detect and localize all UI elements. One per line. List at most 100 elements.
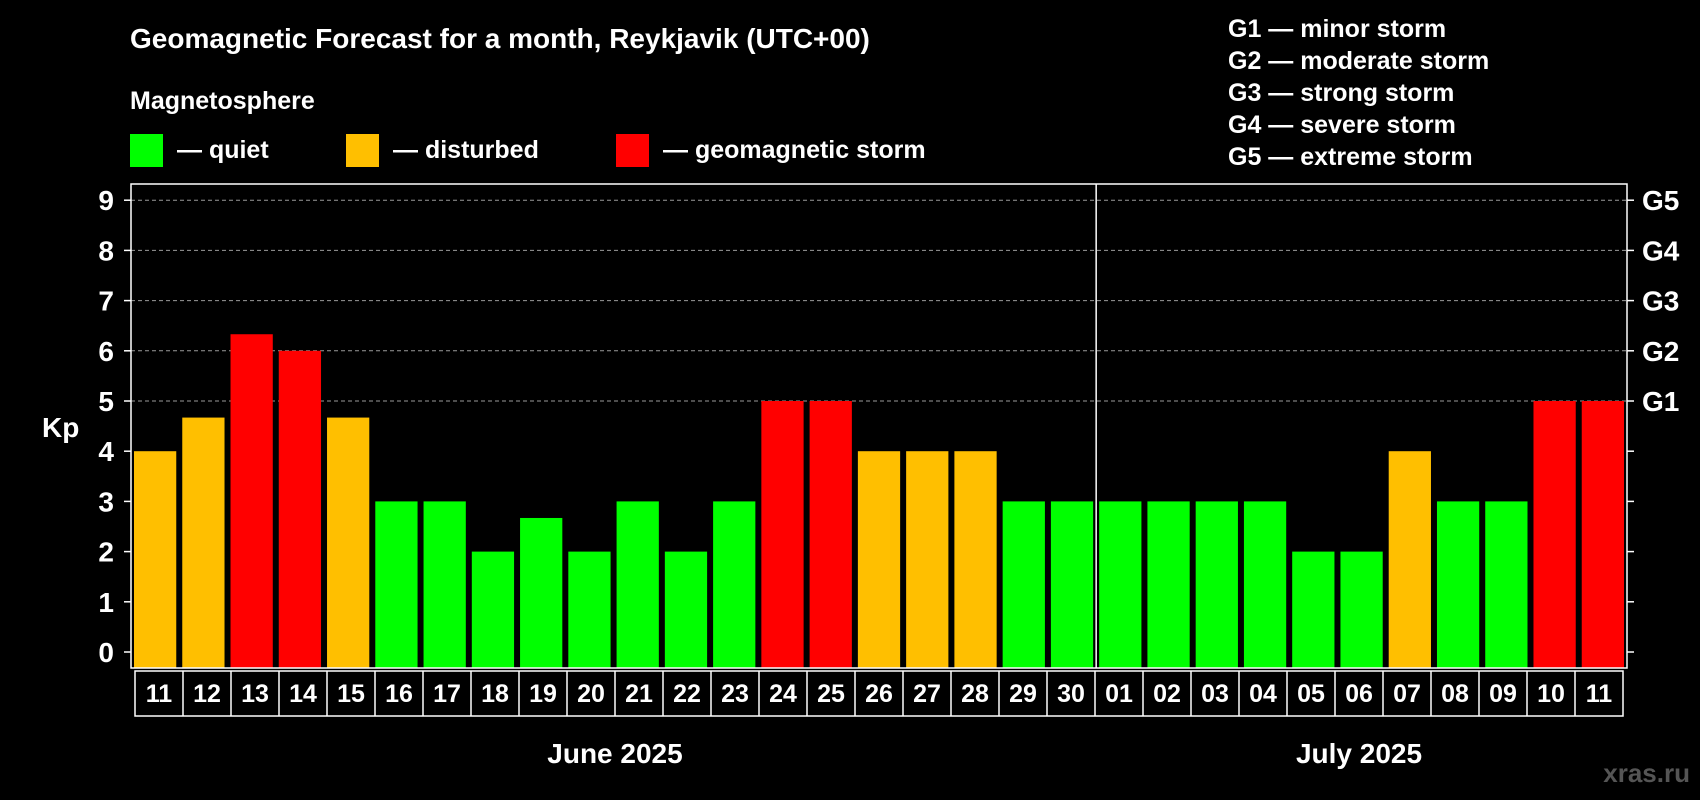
day-label: 10 bbox=[1537, 680, 1565, 708]
bar-28 bbox=[954, 451, 997, 668]
bar-03 bbox=[1195, 501, 1238, 668]
y-axis-label: Kp bbox=[42, 412, 79, 443]
y-tick-label: 8 bbox=[98, 235, 114, 266]
day-label: 08 bbox=[1441, 680, 1469, 708]
legend-label: — geomagnetic storm bbox=[663, 136, 926, 164]
y-tick-label: 0 bbox=[98, 637, 114, 668]
bar-13 bbox=[230, 334, 273, 668]
bar-15 bbox=[327, 417, 370, 668]
day-label: 01 bbox=[1105, 680, 1133, 708]
y-axis: 0 1 2 3 4 5 6 7 8 9 bbox=[98, 185, 131, 668]
bar-23 bbox=[713, 501, 756, 668]
storm-scale-entry: G5 — extreme storm bbox=[1228, 143, 1473, 171]
day-label: 29 bbox=[1009, 680, 1037, 708]
legend-label: — disturbed bbox=[393, 136, 539, 164]
bar-11 bbox=[134, 451, 177, 668]
day-label: 15 bbox=[337, 680, 365, 708]
day-label: 28 bbox=[961, 680, 989, 708]
bar-08 bbox=[1436, 501, 1480, 668]
day-label: 17 bbox=[433, 680, 461, 708]
bar-17 bbox=[423, 501, 466, 668]
bar-24 bbox=[761, 401, 804, 668]
storm-level-label: G3 bbox=[1642, 286, 1679, 317]
y-tick-label: 3 bbox=[98, 486, 114, 517]
storm-level-label: G4 bbox=[1642, 235, 1680, 266]
day-label: 24 bbox=[769, 680, 797, 708]
day-label: 19 bbox=[529, 680, 557, 708]
day-label: 04 bbox=[1249, 680, 1277, 708]
bar-01 bbox=[1099, 501, 1142, 668]
storm-scale-entry: G2 — moderate storm bbox=[1228, 47, 1489, 75]
watermark: xras.ru bbox=[1603, 758, 1690, 788]
day-label: 26 bbox=[865, 680, 893, 708]
day-label: 27 bbox=[913, 680, 941, 708]
legend-label: — quiet bbox=[177, 136, 269, 164]
bar-11 bbox=[1581, 401, 1624, 668]
day-label: 20 bbox=[577, 680, 605, 708]
storm-level-label: G2 bbox=[1642, 336, 1679, 367]
legend: — quiet — disturbed — geomagnetic storm bbox=[130, 134, 926, 167]
day-label: 21 bbox=[625, 680, 653, 708]
bar-21 bbox=[616, 501, 659, 668]
day-label: 11 bbox=[1586, 680, 1613, 708]
bar-14 bbox=[278, 350, 322, 668]
day-label: 13 bbox=[241, 680, 269, 708]
storm-level-label: G5 bbox=[1642, 185, 1679, 216]
y-tick-label: 9 bbox=[98, 185, 114, 216]
legend-title: Magnetosphere bbox=[130, 87, 315, 115]
legend-swatch bbox=[346, 134, 379, 167]
grid-lines bbox=[131, 199, 1627, 402]
day-label: 06 bbox=[1345, 680, 1373, 708]
bar-02 bbox=[1147, 501, 1190, 668]
day-label: 25 bbox=[817, 680, 845, 708]
bar-07 bbox=[1388, 451, 1431, 668]
storm-scale-entry: G3 — strong storm bbox=[1228, 79, 1454, 107]
day-label: 23 bbox=[721, 680, 749, 708]
bar-29 bbox=[1002, 501, 1045, 668]
storm-level-label: G1 bbox=[1642, 386, 1679, 417]
y-tick-label: 6 bbox=[98, 336, 114, 367]
y-tick-label: 5 bbox=[98, 386, 114, 417]
storm-scale-legend: G1 — minor storm G2 — moderate storm G3 — … bbox=[1228, 15, 1489, 171]
storm-scale-entry: G1 — minor storm bbox=[1228, 15, 1446, 43]
day-label: 14 bbox=[289, 680, 317, 708]
bar-30 bbox=[1050, 501, 1094, 668]
bar-06 bbox=[1340, 551, 1383, 668]
day-label: 03 bbox=[1201, 680, 1229, 708]
bar-20 bbox=[568, 551, 611, 668]
day-label: 05 bbox=[1297, 680, 1325, 708]
storm-scale-entry: G4 — severe storm bbox=[1228, 111, 1456, 139]
geomagnetic-forecast-chart: Geomagnetic Forecast for a month, Reykja… bbox=[42, 15, 1690, 788]
day-label: 18 bbox=[481, 680, 509, 708]
day-label: 09 bbox=[1489, 680, 1517, 708]
bar-18 bbox=[471, 551, 515, 668]
day-label: 07 bbox=[1393, 680, 1421, 708]
bar-04 bbox=[1243, 501, 1287, 668]
month-labels: June 2025 July 2025 bbox=[547, 738, 1422, 769]
legend-swatch bbox=[616, 134, 649, 167]
y-tick-label: 4 bbox=[98, 436, 114, 467]
day-label: 12 bbox=[193, 680, 221, 708]
bar-10 bbox=[1533, 401, 1576, 668]
y-tick-label: 7 bbox=[98, 286, 114, 317]
bar-09 bbox=[1485, 501, 1528, 668]
day-axis: 11 12 13 14 15 16 17 18 19 20 21 22 23 24 25 26 27 28 29 30… bbox=[134, 670, 1624, 717]
day-label: 30 bbox=[1057, 680, 1085, 708]
bars bbox=[134, 334, 1624, 668]
day-label: 11 bbox=[146, 680, 173, 708]
bar-16 bbox=[375, 501, 418, 668]
y-tick-label: 1 bbox=[98, 587, 114, 618]
day-label: 16 bbox=[385, 680, 413, 708]
day-label: 22 bbox=[673, 680, 701, 708]
storm-level-axis: G1 G2 G3 G4 G5 bbox=[1627, 185, 1680, 653]
month-label: June 2025 bbox=[547, 738, 682, 769]
chart-title: Geomagnetic Forecast for a month, Reykja… bbox=[130, 23, 870, 54]
day-label: 02 bbox=[1153, 680, 1181, 708]
bar-12 bbox=[182, 417, 225, 668]
bar-26 bbox=[857, 451, 901, 668]
month-label: July 2025 bbox=[1296, 738, 1422, 769]
bar-27 bbox=[906, 451, 949, 668]
bar-05 bbox=[1292, 551, 1335, 668]
y-tick-label: 2 bbox=[98, 537, 114, 568]
bar-25 bbox=[809, 401, 852, 668]
